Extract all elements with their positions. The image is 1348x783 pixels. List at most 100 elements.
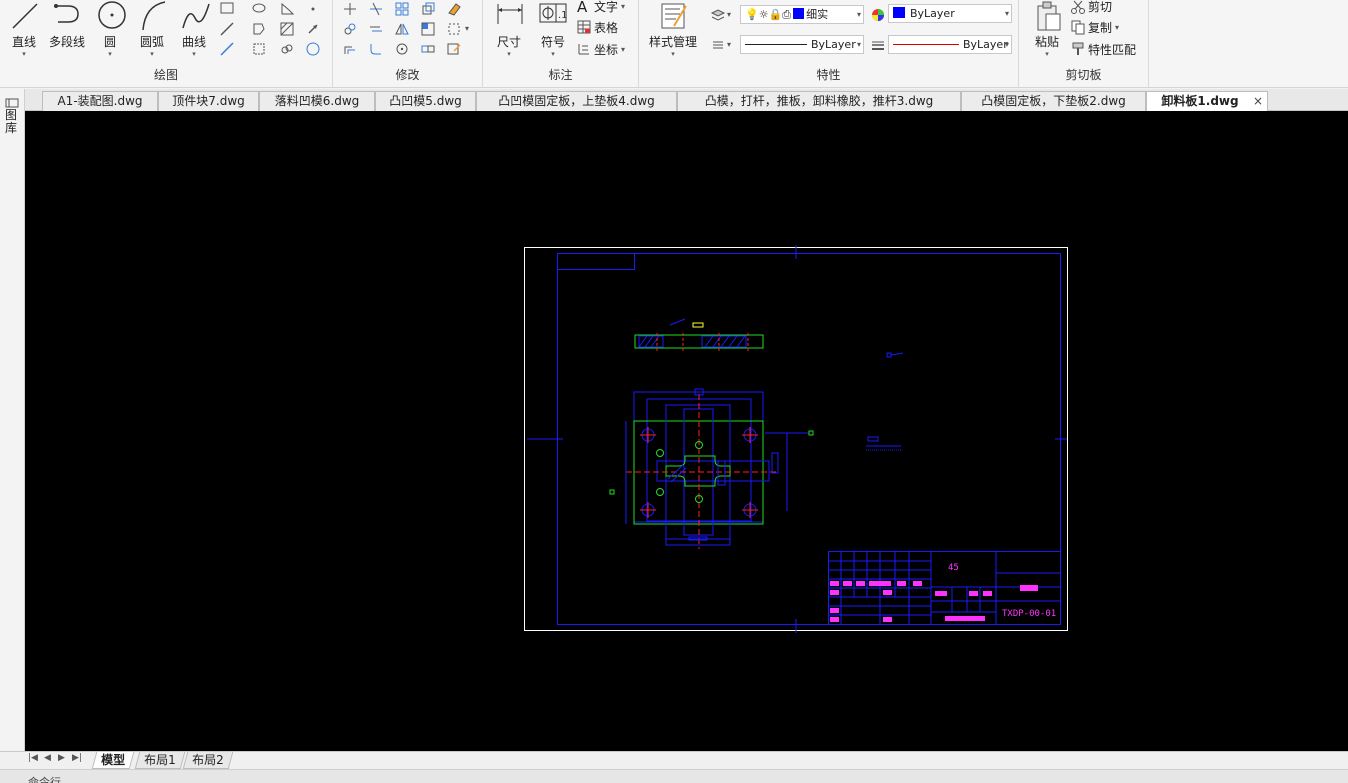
scale-button[interactable] (417, 0, 439, 18)
dropdown-arrow-icon: ▾ (192, 50, 196, 58)
color-dropdown[interactable]: ByLayer ▾ (888, 4, 1012, 23)
rotate-button[interactable] (391, 40, 413, 58)
line-icon (12, 3, 38, 29)
point-button[interactable] (302, 0, 324, 18)
polyline-button[interactable]: 多段线 (44, 0, 90, 62)
drawing-svg[interactable]: 45 TXDP-00-01 (25, 111, 1348, 752)
document-tab[interactable]: 凸模，打杆，推板，卸料橡胶，推杆3.dwg (677, 91, 961, 111)
linetype-dropdown[interactable]: ByLayer ▾ (740, 35, 864, 54)
layout-tab-layout1[interactable]: 布局1 (134, 752, 185, 769)
lineweight-dropdown[interactable]: ByLayer ▾ (888, 35, 1012, 54)
curve-button[interactable]: 曲线 ▾ (172, 0, 216, 62)
technical-notes (866, 352, 904, 451)
first-layout-icon[interactable]: |◀ (28, 753, 38, 763)
dimension-icon (497, 4, 523, 24)
rectangle-button[interactable] (216, 0, 238, 18)
material-text: 45 (948, 563, 959, 573)
document-tab[interactable]: 顶件块7.dwg (158, 91, 259, 111)
match-properties-button[interactable] (1067, 40, 1089, 58)
modify-more-dropdown[interactable]: ▾ (463, 20, 485, 38)
cut-button[interactable] (1067, 0, 1089, 16)
arc-button[interactable]: 圆弧 ▾ (130, 0, 174, 62)
coordinate-button[interactable] (573, 40, 595, 58)
erase-button[interactable] (443, 0, 465, 18)
symbol-button[interactable]: .1 符号 ▾ (531, 0, 575, 62)
join-button[interactable] (417, 40, 439, 58)
linestyle-button[interactable] (707, 36, 729, 54)
color-wheel-icon (872, 9, 884, 21)
stretch-button[interactable] (417, 20, 439, 38)
layer-name: 细实 (806, 8, 829, 21)
cloud-icon (281, 44, 293, 54)
table-button[interactable] (573, 18, 595, 36)
copy-button[interactable] (1067, 18, 1089, 36)
stretch-icon (421, 22, 435, 36)
dropdown-arrow-icon: ▾ (551, 50, 555, 58)
style-manager-button[interactable]: 样式管理 ▾ (643, 0, 703, 62)
corner-code-box (557, 253, 635, 270)
layer-manager-button[interactable] (707, 6, 729, 24)
circle-button[interactable]: 圆 ▾ (88, 0, 132, 62)
fillet-button[interactable] (365, 40, 387, 58)
prev-layout-icon[interactable]: ◀ (44, 753, 51, 763)
copy-object-button[interactable] (339, 20, 361, 38)
document-tab[interactable]: 凸凹模5.dwg (375, 91, 476, 111)
offset-button[interactable] (339, 40, 361, 58)
lineweight-button[interactable] (867, 36, 889, 54)
hatch-button[interactable] (276, 20, 298, 38)
close-tab-icon[interactable]: × (1253, 92, 1263, 110)
block-button[interactable] (248, 40, 270, 58)
layer-color-swatch (793, 8, 805, 19)
document-tab[interactable]: 凸凹模固定板，上垫板4.dwg (476, 91, 677, 111)
command-line[interactable]: 命令行 (0, 769, 1348, 783)
paste-button[interactable]: 粘贴 ▾ (1025, 0, 1069, 62)
leader-arrow-icon (308, 24, 318, 34)
document-tab[interactable]: 凸模固定板，下垫板2.dwg (961, 91, 1146, 111)
explode-button[interactable] (443, 20, 465, 38)
drawing-canvas[interactable]: 45 TXDP-00-01 (25, 111, 1348, 752)
mirror-icon (395, 23, 409, 35)
copy-dropdown[interactable]: ▾ (1115, 19, 1137, 37)
arrow-button[interactable] (302, 20, 324, 38)
layout-tab-model[interactable]: 模型 (91, 752, 135, 769)
explode-icon (448, 23, 460, 35)
line-button[interactable]: 直线 ▾ (2, 0, 46, 62)
properties-edit-button[interactable] (443, 40, 465, 58)
hatch-icon (280, 22, 294, 36)
ray-button[interactable] (216, 40, 238, 58)
ellipse-button[interactable] (248, 0, 270, 18)
wipeout-button[interactable] (302, 40, 324, 58)
document-tab[interactable]: A1-装配图.dwg (42, 91, 158, 111)
layers-icon (710, 9, 726, 21)
side-view (634, 318, 764, 351)
ellipse-icon (252, 3, 266, 13)
color-wheel-button[interactable] (867, 6, 889, 24)
arc-icon (142, 1, 166, 31)
gradient-button[interactable] (276, 40, 298, 58)
library-label[interactable]: 图库 (5, 109, 19, 135)
curve-label: 曲线 (181, 35, 206, 49)
document-tab[interactable]: 落料凹模6.dwg (259, 91, 375, 111)
construction-line-button[interactable] (216, 20, 238, 38)
coordinate-label: 坐标 (594, 43, 619, 57)
trim-button[interactable] (365, 0, 387, 18)
region-icon (253, 23, 265, 35)
region-button[interactable] (248, 20, 270, 38)
dropdown-arrow-icon: ▾ (1004, 9, 1009, 18)
dropdown-arrow-icon: ▾ (1115, 23, 1120, 32)
document-tab-active[interactable]: 卸料板1.dwg × (1146, 91, 1268, 112)
polygon-button[interactable] (276, 0, 298, 18)
annotate-panel: 尺寸 ▾ .1 符号 ▾ A 文字 ▾ 表格 坐标 ▾ 标注 (483, 0, 639, 88)
modify-panel-title: 修改 (395, 68, 420, 82)
next-layout-icon[interactable]: ▶ (58, 753, 65, 763)
dimension-button[interactable]: 尺寸 ▾ (487, 0, 531, 62)
extend-button[interactable] (365, 20, 387, 38)
layer-dropdown[interactable]: 💡☼🔒⎙ 细实 ▾ (740, 5, 864, 24)
extend-icon (370, 26, 382, 32)
array-button[interactable] (391, 0, 413, 18)
tab-label: 凸模，打杆，推板，卸料橡胶，推杆3.dwg (704, 94, 934, 108)
last-layout-icon[interactable]: ▶| (72, 753, 82, 763)
mirror-button[interactable] (391, 20, 413, 38)
move-button[interactable] (339, 0, 361, 18)
layout-tab-layout2[interactable]: 布局2 (182, 752, 233, 769)
